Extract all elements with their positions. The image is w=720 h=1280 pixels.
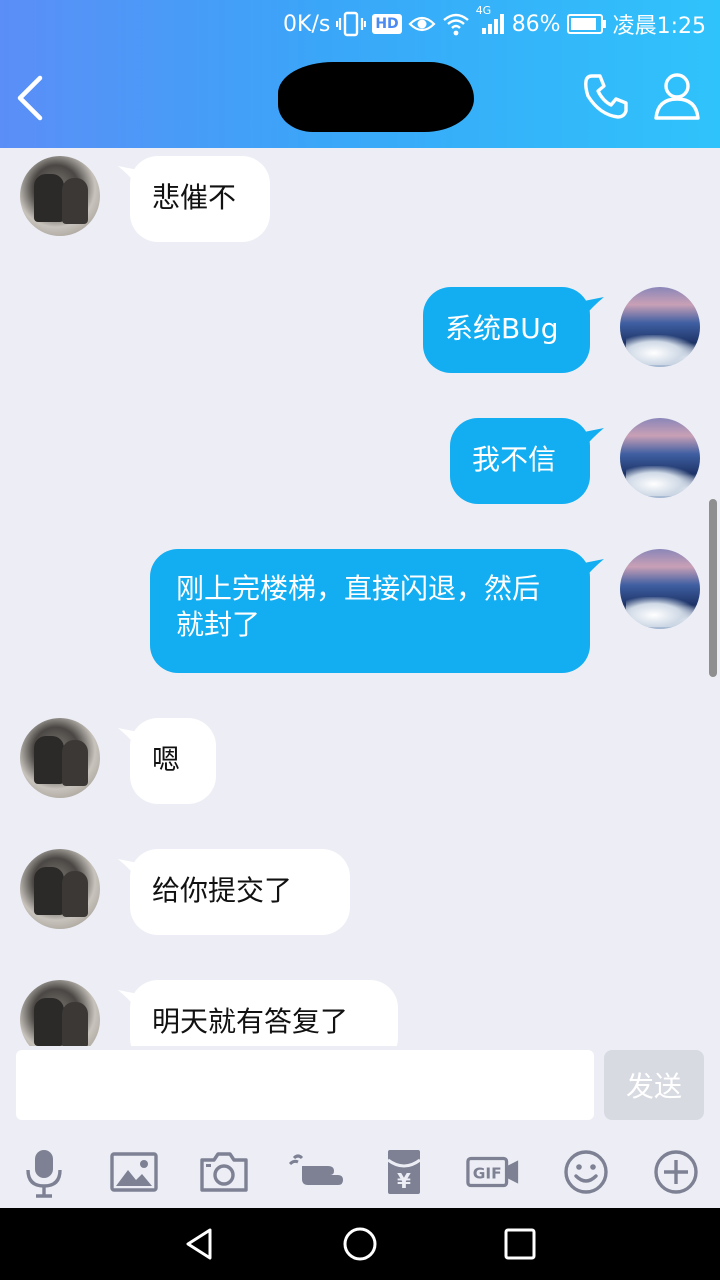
square-recents-icon <box>504 1228 536 1260</box>
gif-label: GIF <box>473 1165 502 1183</box>
message-bubble[interactable]: 给你提交了 <box>130 849 350 935</box>
battery-icon <box>566 13 607 35</box>
message-outgoing: 刚上完楼梯，直接闪退，然后就封了 <box>0 548 720 678</box>
chat-header: 0K/s HD 4G 86% 凌晨1:25 <box>0 0 720 148</box>
contact-avatar[interactable] <box>20 849 100 929</box>
send-button[interactable]: 发送 <box>604 1050 704 1120</box>
battery-percent: 86% <box>511 11 561 37</box>
input-toolbar: ¥ GIF <box>0 1134 720 1208</box>
status-bar: 0K/s HD 4G 86% 凌晨1:25 <box>0 0 720 48</box>
wifi-icon <box>442 12 470 36</box>
message-outgoing: 系统BUg <box>0 286 720 376</box>
my-avatar[interactable] <box>620 549 700 629</box>
message-bubble[interactable]: 明天就有答复了 <box>130 980 398 1046</box>
message-incoming: 悲催不 <box>0 148 720 248</box>
my-avatar[interactable] <box>620 287 700 367</box>
emoji-button[interactable] <box>558 1144 614 1200</box>
clock: 凌晨1:25 <box>612 14 706 39</box>
back-button[interactable] <box>8 70 58 126</box>
back-arrow-icon <box>17 75 43 121</box>
message-incoming: 给你提交了 <box>0 847 720 947</box>
camera-icon <box>200 1152 248 1192</box>
emoji-icon <box>564 1150 608 1194</box>
message-bubble[interactable]: 系统BUg <box>423 287 590 373</box>
eye-icon <box>408 13 436 35</box>
red-packet-icon: ¥ <box>387 1150 421 1194</box>
call-button[interactable] <box>578 68 634 124</box>
gif-button[interactable]: GIF <box>466 1144 524 1200</box>
message-list[interactable]: 悲催不 系统BUg 我不信 刚上完楼梯，直接闪退，然后就封了 嗯 给你提交了 明… <box>0 148 720 1046</box>
signal-icon: 4G <box>476 4 506 36</box>
system-home-button[interactable] <box>340 1224 380 1264</box>
contact-name-redacted <box>278 62 474 132</box>
chat-scrollbar[interactable] <box>709 499 717 677</box>
system-back-button[interactable] <box>180 1224 220 1264</box>
hd-icon: HD <box>372 14 402 34</box>
vibrate-icon <box>336 11 367 37</box>
camera-button[interactable] <box>196 1144 252 1200</box>
red-packet-button[interactable]: ¥ <box>376 1144 432 1200</box>
plus-icon <box>654 1150 698 1194</box>
circle-home-icon <box>343 1227 377 1261</box>
message-input[interactable] <box>16 1050 594 1120</box>
message-bubble[interactable]: 嗯 <box>130 718 216 804</box>
composer: 发送 <box>0 1046 720 1134</box>
system-recents-button[interactable] <box>500 1224 540 1264</box>
nav-bar <box>0 48 720 148</box>
poke-button[interactable] <box>288 1144 344 1200</box>
image-icon <box>110 1152 158 1192</box>
network-speed: 0K/s <box>283 11 331 37</box>
contact-avatar[interactable] <box>20 156 100 236</box>
microphone-icon <box>26 1150 62 1198</box>
gif-icon: GIF <box>466 1156 519 1188</box>
contact-avatar[interactable] <box>20 718 100 798</box>
message-incoming: 明天就有答复了 <box>0 978 720 1046</box>
triangle-back-icon <box>186 1228 212 1260</box>
yuan-symbol: ¥ <box>397 1169 411 1193</box>
message-bubble[interactable]: 悲催不 <box>130 156 270 242</box>
phone-icon <box>584 74 628 119</box>
message-incoming: 嗯 <box>0 716 720 816</box>
profile-icon <box>654 73 700 120</box>
hd-badge: HD <box>372 14 402 34</box>
more-button[interactable] <box>648 1144 704 1200</box>
poke-icon <box>288 1154 343 1185</box>
voice-button[interactable] <box>16 1144 72 1200</box>
message-outgoing: 我不信 <box>0 417 720 507</box>
network-type: 4G <box>475 4 492 17</box>
my-avatar[interactable] <box>620 418 700 498</box>
profile-button[interactable] <box>650 68 704 124</box>
message-bubble[interactable]: 刚上完楼梯，直接闪退，然后就封了 <box>150 549 590 673</box>
message-bubble[interactable]: 我不信 <box>450 418 590 504</box>
system-nav-bar <box>0 1208 720 1280</box>
photo-button[interactable] <box>106 1144 162 1200</box>
contact-avatar[interactable] <box>20 980 100 1046</box>
